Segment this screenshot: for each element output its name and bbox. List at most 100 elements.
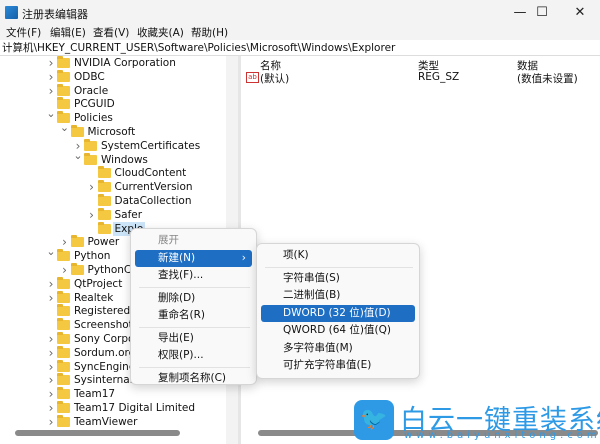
- context-menu-item[interactable]: 查找(F)...: [135, 267, 252, 284]
- tree-item-label: Realtek: [74, 291, 114, 304]
- expand-chevron-icon[interactable]: ›: [87, 208, 97, 222]
- context-menu-item[interactable]: 新建(N) ›: [135, 249, 252, 267]
- context-menu-item[interactable]: 重命名(R): [135, 307, 252, 324]
- folder-icon: [97, 180, 111, 193]
- context-menu-item[interactable]: 删除(D): [135, 290, 252, 307]
- folder-icon: [57, 332, 70, 344]
- context-menu-item[interactable]: 复制项名称(C): [135, 370, 252, 387]
- folder-icon: [70, 125, 84, 137]
- tree-item-label: NVIDIA Corporation: [74, 57, 176, 69]
- bird-logo-icon: 🐦: [354, 400, 394, 440]
- tree-item[interactable]: › NVIDIA Corporation: [0, 56, 226, 70]
- tree-item[interactable]: PCGUID: [0, 97, 226, 111]
- folder-icon: [57, 290, 70, 303]
- expand-chevron-icon[interactable]: ›: [46, 360, 56, 374]
- context-menu: 展开新建(N) › 查找(F)... 删除(D) 重命名(R) 导出(E) 权限(P)...…: [130, 228, 257, 385]
- maximize-button[interactable]: ☐: [522, 2, 562, 24]
- tree-item[interactable]: › Team17 Digital Limited: [0, 401, 226, 415]
- expand-chevron-icon[interactable]: ›: [46, 373, 56, 387]
- expand-chevron-icon[interactable]: ›: [60, 263, 70, 277]
- tree-item[interactable]: › Safer: [0, 207, 226, 222]
- regedit-app-icon: [5, 6, 18, 19]
- collapse-chevron-icon[interactable]: ⌄: [73, 149, 83, 163]
- collapse-chevron-icon[interactable]: ⌄: [46, 245, 56, 259]
- folder-icon: [70, 263, 84, 275]
- context-menu-item[interactable]: 导出(E): [135, 330, 252, 347]
- tree-item[interactable]: › SystemCertificates: [0, 138, 226, 153]
- folder-icon: [57, 83, 70, 96]
- tree-horizontal-scrollbar[interactable]: [15, 430, 180, 436]
- menu-edit[interactable]: 编辑(E): [50, 25, 86, 40]
- menu-item-label: 重命名(R): [158, 309, 205, 321]
- folder-icon: [57, 359, 70, 372]
- expand-chevron-icon[interactable]: ›: [46, 70, 56, 84]
- menu-item-label: 复制项名称(C): [158, 371, 227, 384]
- tree-item[interactable]: › CurrentVersion: [0, 180, 226, 194]
- folder-icon: [57, 97, 70, 110]
- submenu-item[interactable]: QWORD (64 位)值(Q): [261, 322, 415, 339]
- close-button[interactable]: ✕: [560, 2, 600, 24]
- tree-item[interactable]: › ODBC: [0, 69, 226, 84]
- submenu-item[interactable]: 二进制值(B): [261, 287, 415, 304]
- menu-item-label: DWORD (32 位)值(D): [283, 306, 391, 319]
- folder-icon: [97, 166, 111, 179]
- value-data: (数值未设置): [517, 73, 578, 85]
- submenu-item[interactable]: 多字符串值(M): [261, 340, 415, 357]
- menu-favorites[interactable]: 收藏夹(A): [137, 25, 184, 40]
- folder-icon: [57, 276, 70, 289]
- expand-chevron-icon[interactable]: ›: [46, 387, 56, 401]
- submenu-item[interactable]: 字符串值(S): [261, 270, 415, 287]
- collapse-chevron-icon[interactable]: ⌄: [60, 121, 70, 135]
- tree-item[interactable]: › Team17: [0, 387, 226, 401]
- context-menu-item[interactable]: 权限(P)...: [135, 347, 252, 364]
- tree-item[interactable]: DataCollection: [0, 194, 226, 208]
- expand-chevron-icon[interactable]: ›: [60, 235, 70, 249]
- collapse-chevron-icon[interactable]: ⌄: [46, 107, 56, 121]
- menu-separator: [139, 326, 250, 328]
- value-row[interactable]: ab (默认) REG_SZ (数值未设置): [246, 71, 586, 85]
- folder-icon: [57, 414, 70, 427]
- watermark: 🐦 白云一键重装系统 www.baiyunxitong.com: [348, 400, 600, 444]
- menu-item-label: 权限(P)...: [158, 349, 204, 361]
- menu-item-label: 字符串值(S): [283, 271, 340, 284]
- menu-item-label: 展开: [158, 234, 179, 246]
- title-bar: 注册表编辑器 — ☐ ✕: [0, 0, 600, 26]
- menu-item-label: 删除(D): [158, 291, 196, 304]
- menu-item-label: 查找(F)...: [158, 269, 204, 281]
- address-bar[interactable]: 计算机\HKEY_CURRENT_USER\Software\Policies\…: [0, 40, 600, 56]
- folder-icon: [97, 207, 111, 220]
- expand-chevron-icon[interactable]: ›: [46, 415, 56, 429]
- expand-chevron-icon[interactable]: ›: [46, 332, 56, 346]
- tree-item[interactable]: ⌄ Policies: [0, 107, 226, 125]
- submenu-item[interactable]: 项(K): [261, 247, 415, 264]
- folder-icon: [57, 249, 70, 262]
- expand-chevron-icon[interactable]: ›: [46, 346, 56, 360]
- new-submenu: 项(K) 字符串值(S) 二进制值(B) DWORD (32 位)值(D) QWORD …: [256, 243, 420, 379]
- menu-view[interactable]: 查看(V): [93, 25, 129, 40]
- tree-item-label: Policies: [74, 112, 113, 125]
- expand-chevron-icon[interactable]: ›: [87, 180, 97, 194]
- submenu-item[interactable]: 可扩充字符串值(E): [261, 357, 415, 374]
- tree-item[interactable]: ⌄ Windows: [0, 149, 226, 167]
- expand-chevron-icon[interactable]: ›: [46, 401, 56, 415]
- folder-icon: [57, 401, 70, 413]
- menu-help[interactable]: 帮助(H): [191, 25, 228, 40]
- expand-chevron-icon[interactable]: ›: [46, 56, 56, 70]
- expand-chevron-icon[interactable]: ›: [46, 84, 56, 98]
- tree-item-label: PCGUID: [74, 98, 115, 111]
- string-value-icon: ab: [246, 72, 259, 83]
- tree-item[interactable]: CloudContent: [0, 166, 226, 180]
- expand-chevron-icon[interactable]: ›: [46, 291, 56, 305]
- tree-item-label: Microsoft: [87, 126, 136, 138]
- value-name: (默认): [260, 73, 290, 85]
- expand-chevron-icon[interactable]: ›: [46, 277, 56, 291]
- folder-icon: [57, 387, 70, 400]
- tree-item-label: Sordum.org: [74, 346, 136, 359]
- tree-item[interactable]: › TeamViewer: [0, 414, 226, 429]
- menu-item-label: 可扩充字符串值(E): [283, 359, 372, 371]
- tree-item[interactable]: › Oracle: [0, 83, 226, 98]
- menu-item-label: 新建(N): [158, 251, 196, 264]
- menu-file[interactable]: 文件(F): [6, 25, 41, 40]
- submenu-item[interactable]: DWORD (32 位)值(D): [261, 304, 415, 322]
- tree-item[interactable]: ⌄ Microsoft: [0, 121, 226, 139]
